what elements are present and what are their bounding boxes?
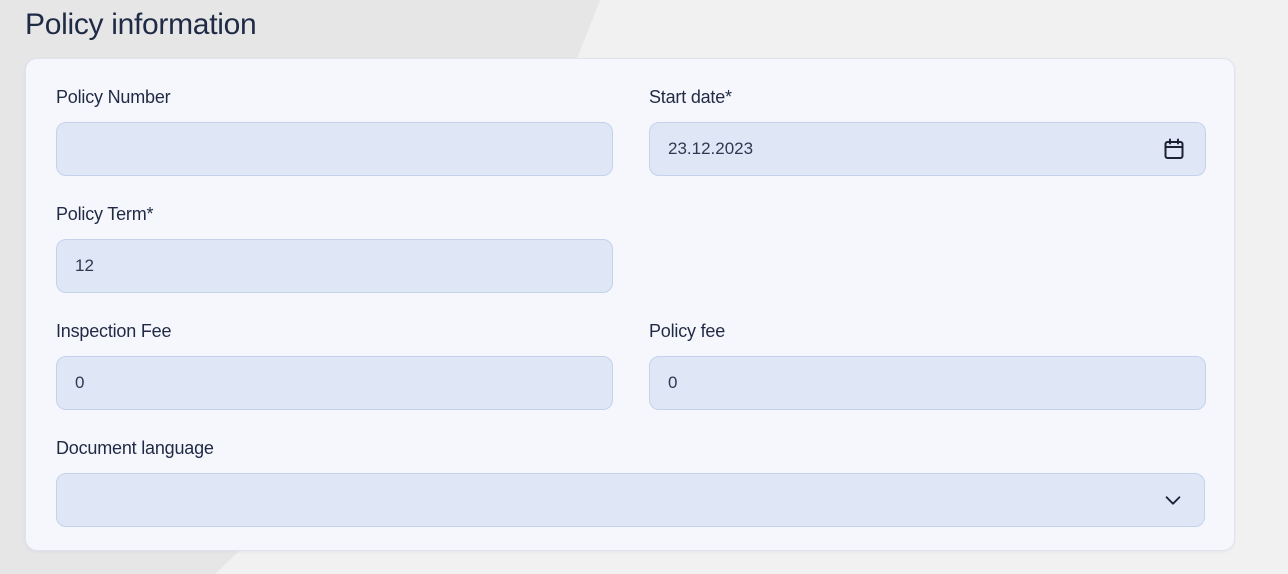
page-title: Policy information — [25, 8, 257, 41]
policy-fee-field[interactable]: 0 — [649, 356, 1206, 410]
policy-information-card: Policy Number Start date* 23.12.2023 Pol… — [25, 58, 1235, 551]
inspection-fee-label: Inspection Fee — [56, 321, 172, 341]
chevron-down-icon[interactable] — [1160, 487, 1186, 513]
start-date-label: Start date* — [649, 87, 732, 107]
document-language-label: Document language — [56, 438, 214, 458]
policy-fee-value[interactable]: 0 — [668, 373, 1187, 393]
policy-fee-label: Policy fee — [649, 321, 726, 341]
policy-number-label: Policy Number — [56, 87, 171, 107]
start-date-value[interactable]: 23.12.2023 — [668, 139, 1161, 159]
calendar-icon[interactable] — [1161, 136, 1187, 162]
inspection-fee-value[interactable]: 0 — [75, 373, 594, 393]
policy-term-field[interactable]: 12 — [56, 239, 613, 293]
start-date-field[interactable]: 23.12.2023 — [649, 122, 1206, 176]
policy-term-value[interactable]: 12 — [75, 256, 594, 276]
document-language-select[interactable] — [56, 473, 1205, 527]
inspection-fee-field[interactable]: 0 — [56, 356, 613, 410]
policy-term-label: Policy Term* — [56, 204, 154, 224]
policy-number-field[interactable] — [56, 122, 613, 176]
